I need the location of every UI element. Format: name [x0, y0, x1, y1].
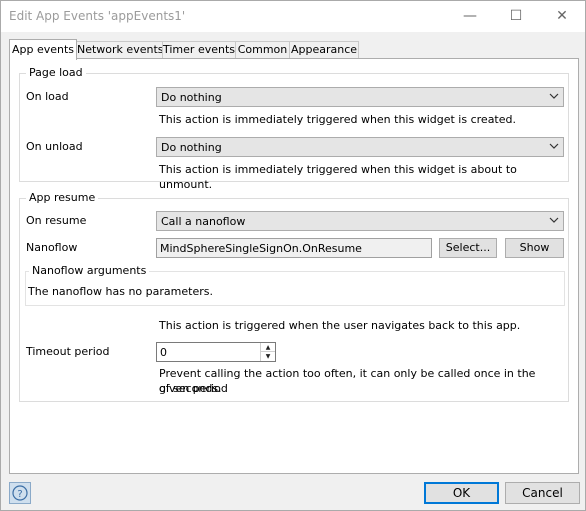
- nanoflow-arguments-title: Nanoflow arguments: [29, 264, 150, 277]
- title-bar: Edit App Events 'appEvents1' — ☐ ✕: [1, 1, 585, 32]
- cancel-button[interactable]: Cancel: [505, 482, 580, 504]
- minimize-button[interactable]: —: [447, 1, 493, 32]
- on-load-note: This action is immediately triggered whe…: [159, 113, 516, 126]
- on-unload-label: On unload: [26, 140, 83, 153]
- select-nanoflow-button[interactable]: Select...: [439, 238, 497, 258]
- resume-trigger-note: This action is triggered when the user n…: [159, 319, 521, 332]
- ok-button[interactable]: OK: [424, 482, 499, 504]
- svg-text:?: ?: [17, 489, 22, 500]
- tab-timer-events[interactable]: Timer events: [162, 41, 236, 59]
- on-resume-value: Call a nanoflow: [161, 215, 246, 228]
- maximize-button[interactable]: ☐: [493, 1, 539, 32]
- help-icon: ?: [12, 485, 28, 501]
- timeout-period-label: Timeout period: [26, 345, 110, 358]
- dialog-window: Edit App Events 'appEvents1' — ☐ ✕ App e…: [0, 0, 586, 511]
- on-load-select[interactable]: Do nothing: [156, 87, 564, 107]
- app-resume-group: App resume On resume Call a nanoflow Nan…: [19, 191, 569, 402]
- show-nanoflow-button[interactable]: Show: [505, 238, 564, 258]
- page-load-title: Page load: [26, 66, 86, 79]
- timeout-note-line2: of seconds.: [159, 382, 222, 395]
- on-resume-label: On resume: [26, 214, 87, 227]
- on-load-value: Do nothing: [161, 91, 222, 104]
- page-load-group: Page load On load Do nothing This action…: [19, 66, 569, 191]
- maximize-icon: ☐: [509, 8, 523, 24]
- nanoflow-arguments-text: The nanoflow has no parameters.: [28, 285, 213, 298]
- nanoflow-field[interactable]: MindSphereSingleSignOn.OnResume: [156, 238, 432, 258]
- on-unload-note: This action is immediately triggered whe…: [159, 163, 517, 191]
- chevron-down-icon: [549, 217, 559, 223]
- on-unload-value: Do nothing: [161, 141, 222, 154]
- on-resume-select[interactable]: Call a nanoflow: [156, 211, 564, 231]
- close-icon: ✕: [556, 8, 568, 24]
- tab-network-events[interactable]: Network events: [76, 41, 164, 59]
- timeout-period-value: 0: [160, 346, 167, 359]
- tab-common[interactable]: Common: [235, 41, 290, 59]
- timeout-period-stepper[interactable]: 0 ▲ ▼: [156, 342, 276, 362]
- nanoflow-label: Nanoflow: [26, 241, 78, 254]
- tab-panel-app-events: Page load On load Do nothing This action…: [9, 58, 579, 474]
- tab-appearance[interactable]: Appearance: [289, 41, 359, 59]
- on-unload-select[interactable]: Do nothing: [156, 137, 564, 157]
- on-load-label: On load: [26, 90, 69, 103]
- chevron-down-icon: [549, 93, 559, 99]
- nanoflow-arguments-group: Nanoflow arguments The nanoflow has no p…: [25, 264, 565, 306]
- tab-app-events[interactable]: App events: [9, 39, 77, 60]
- stepper-up-icon[interactable]: ▲: [261, 343, 275, 352]
- help-button[interactable]: ?: [9, 482, 31, 504]
- nanoflow-value: MindSphereSingleSignOn.OnResume: [160, 242, 362, 255]
- window-title: Edit App Events 'appEvents1': [9, 9, 186, 23]
- app-resume-title: App resume: [26, 191, 99, 204]
- close-button[interactable]: ✕: [539, 1, 585, 32]
- minimize-icon: —: [463, 8, 477, 24]
- stepper-arrows: ▲ ▼: [260, 343, 275, 361]
- chevron-down-icon: [549, 143, 559, 149]
- stepper-down-icon[interactable]: ▼: [261, 352, 275, 361]
